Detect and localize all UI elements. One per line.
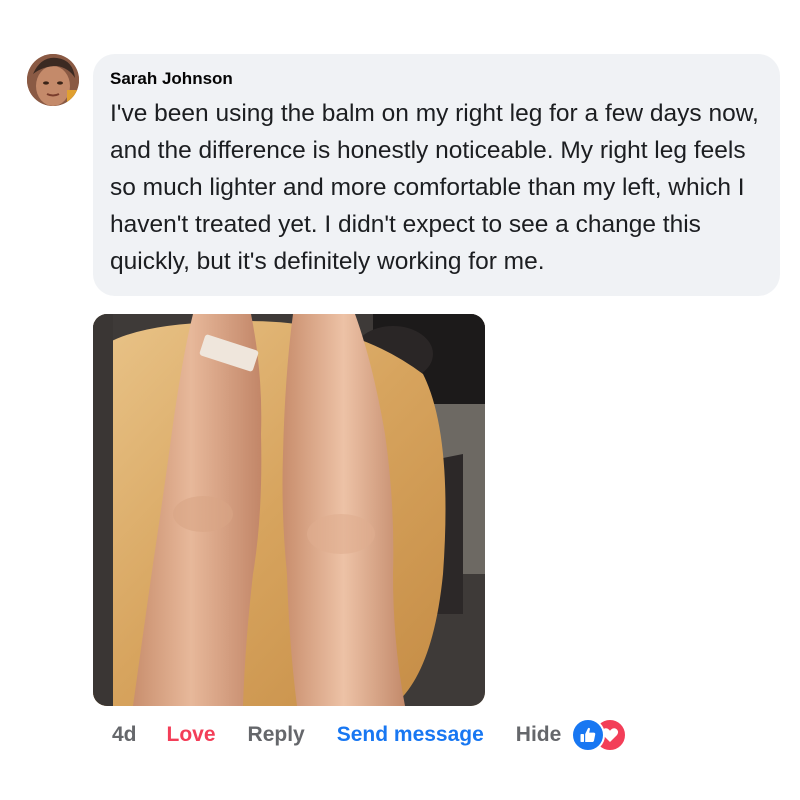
comment-actions: 4d Love Reply Send message Hide (112, 718, 629, 752)
reactions-summary[interactable] (571, 718, 629, 752)
timestamp[interactable]: 4d (112, 723, 137, 747)
comment-photo[interactable] (93, 314, 485, 706)
reply-button[interactable]: Reply (248, 723, 305, 747)
comment-container: Sarah Johnson I've been using the balm o… (0, 0, 800, 800)
love-button[interactable]: Love (167, 723, 216, 747)
avatar[interactable] (27, 54, 79, 106)
comment-bubble: Sarah Johnson I've been using the balm o… (93, 54, 780, 296)
author-name[interactable]: Sarah Johnson (110, 68, 764, 90)
send-message-button[interactable]: Send message (337, 723, 484, 747)
hide-button[interactable]: Hide (516, 723, 562, 747)
profile-photo-icon (27, 54, 79, 106)
comment-text: I've been using the balm on my right leg… (110, 100, 759, 275)
legs-photo-icon (93, 314, 485, 706)
